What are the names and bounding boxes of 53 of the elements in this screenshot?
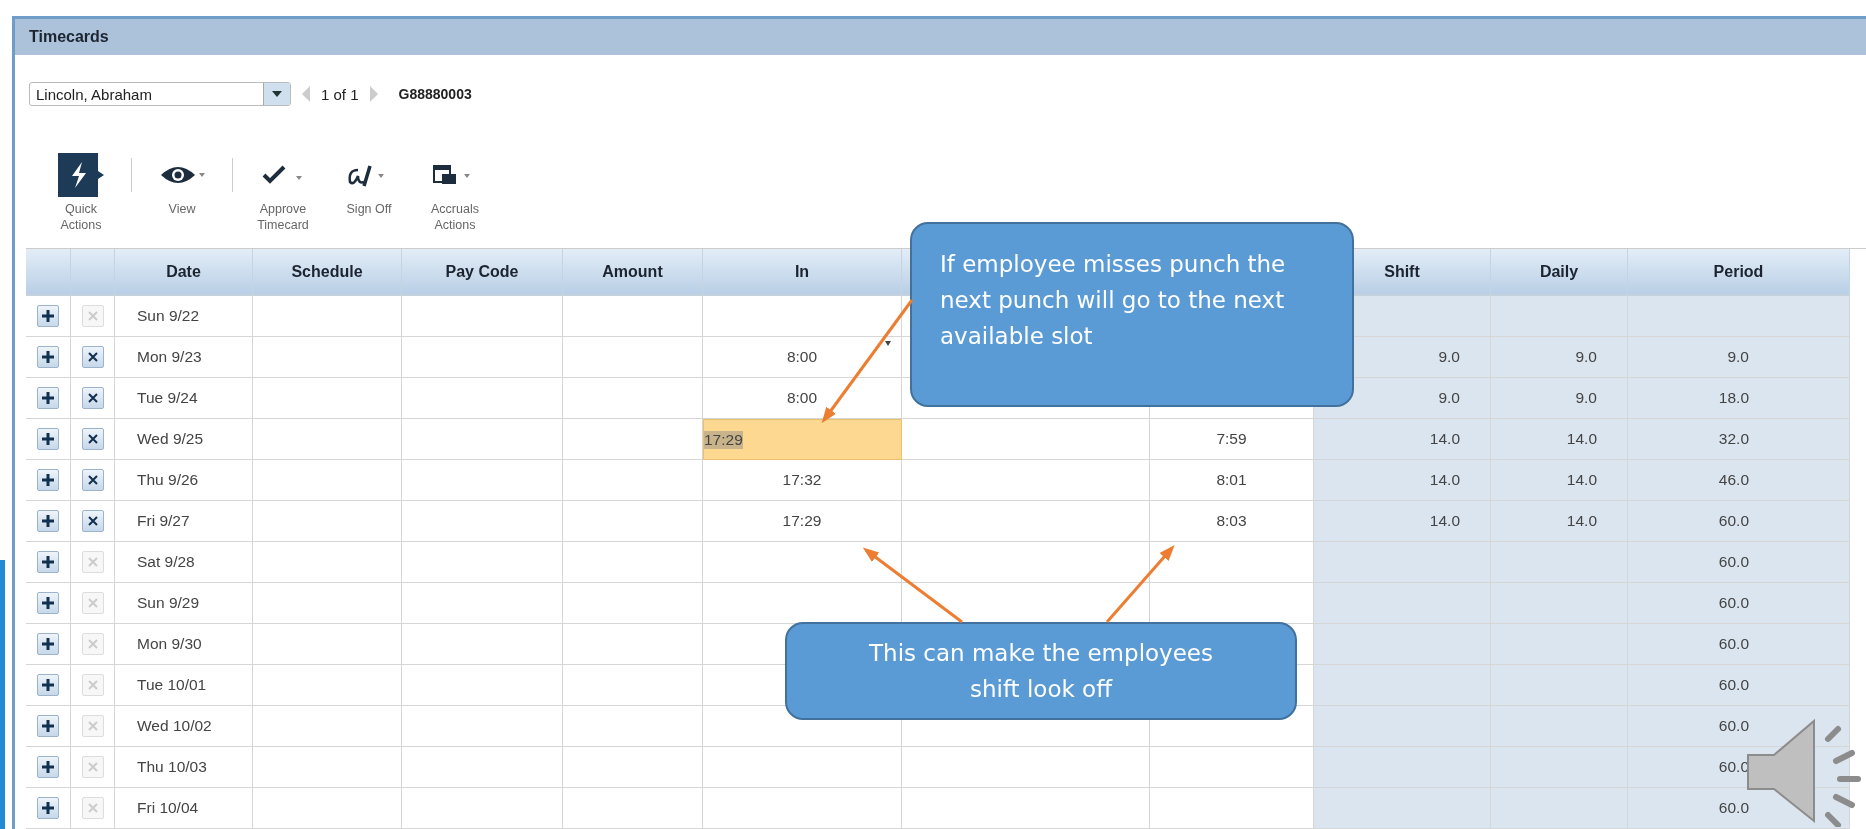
column-header: Period [1628, 249, 1850, 296]
table-cell: Tue 9/24 [115, 378, 253, 419]
table-cell: 14.0 [1314, 419, 1491, 460]
table-cell: Thu 10/03 [115, 747, 253, 788]
table-cell[interactable]: 17:29 [703, 501, 902, 542]
table-cell[interactable]: 8:00 [703, 337, 902, 378]
table-cell: 18.0 [1628, 378, 1850, 419]
table-cell: 14.0 [1491, 501, 1628, 542]
employee-id: G88880003 [398, 86, 472, 102]
table-cell: 60.0 [1628, 583, 1850, 624]
table-cell: 32.0 [1628, 419, 1850, 460]
table-cell: 60.0 [1628, 501, 1850, 542]
table-cell: 14.0 [1314, 460, 1491, 501]
table-cell[interactable]: 17:29 [703, 419, 902, 460]
panel-title: Timecards [29, 28, 109, 46]
toolbar-button[interactable]: View [146, 152, 218, 218]
column-header: Date [115, 249, 253, 296]
employee-dropdown[interactable]: Lincoln, Abraham [29, 82, 291, 106]
table-cell: Tue 10/01 [115, 665, 253, 706]
table-cell: 46.0 [1628, 460, 1850, 501]
page-count: 1 of 1 [321, 85, 359, 103]
table-cell: Thu 9/26 [115, 460, 253, 501]
table-cell: 60.0 [1628, 542, 1850, 583]
table-cell: Wed 9/25 [115, 419, 253, 460]
column-header: In [703, 249, 902, 296]
table-cell: 14.0 [1491, 460, 1628, 501]
table-cell: Fri 9/27 [115, 501, 253, 542]
table-cell: Sun 9/22 [115, 296, 253, 337]
table-cell: Mon 9/30 [115, 624, 253, 665]
table-cell: Wed 10/02 [115, 706, 253, 747]
table-cell[interactable]: 17:32 [703, 460, 902, 501]
toolbar-button[interactable]: Sign Off [333, 152, 405, 218]
toolbar-button[interactable]: Quick Actions [45, 152, 117, 234]
table-cell: 9.0 [1491, 378, 1628, 419]
table-cell: Sat 9/28 [115, 542, 253, 583]
table-cell: Mon 9/23 [115, 337, 253, 378]
table-cell: Fri 10/04 [115, 788, 253, 829]
toolbar-button[interactable]: Accruals Actions [419, 152, 491, 234]
callout-tooltip: If employee misses punch the next punch will go to the next available slot [910, 222, 1354, 407]
toolbar-button[interactable]: Approve Timecard [247, 152, 319, 234]
table-cell: 60.0 [1628, 665, 1850, 706]
column-header: Amount [563, 249, 703, 296]
table-cell: 60.0 [1628, 624, 1850, 665]
table-cell: 14.0 [1491, 419, 1628, 460]
table-cell: Sun 9/29 [115, 583, 253, 624]
callout-tooltip: This can make the employees shift look off [785, 622, 1297, 720]
column-header: Daily [1491, 249, 1628, 296]
table-cell: 9.0 [1491, 337, 1628, 378]
column-header: Schedule [253, 249, 402, 296]
table-cell: 9.0 [1628, 337, 1850, 378]
table-cell: 14.0 [1314, 501, 1491, 542]
table-cell: 60.0 [1628, 706, 1850, 747]
column-header: Pay Code [402, 249, 563, 296]
